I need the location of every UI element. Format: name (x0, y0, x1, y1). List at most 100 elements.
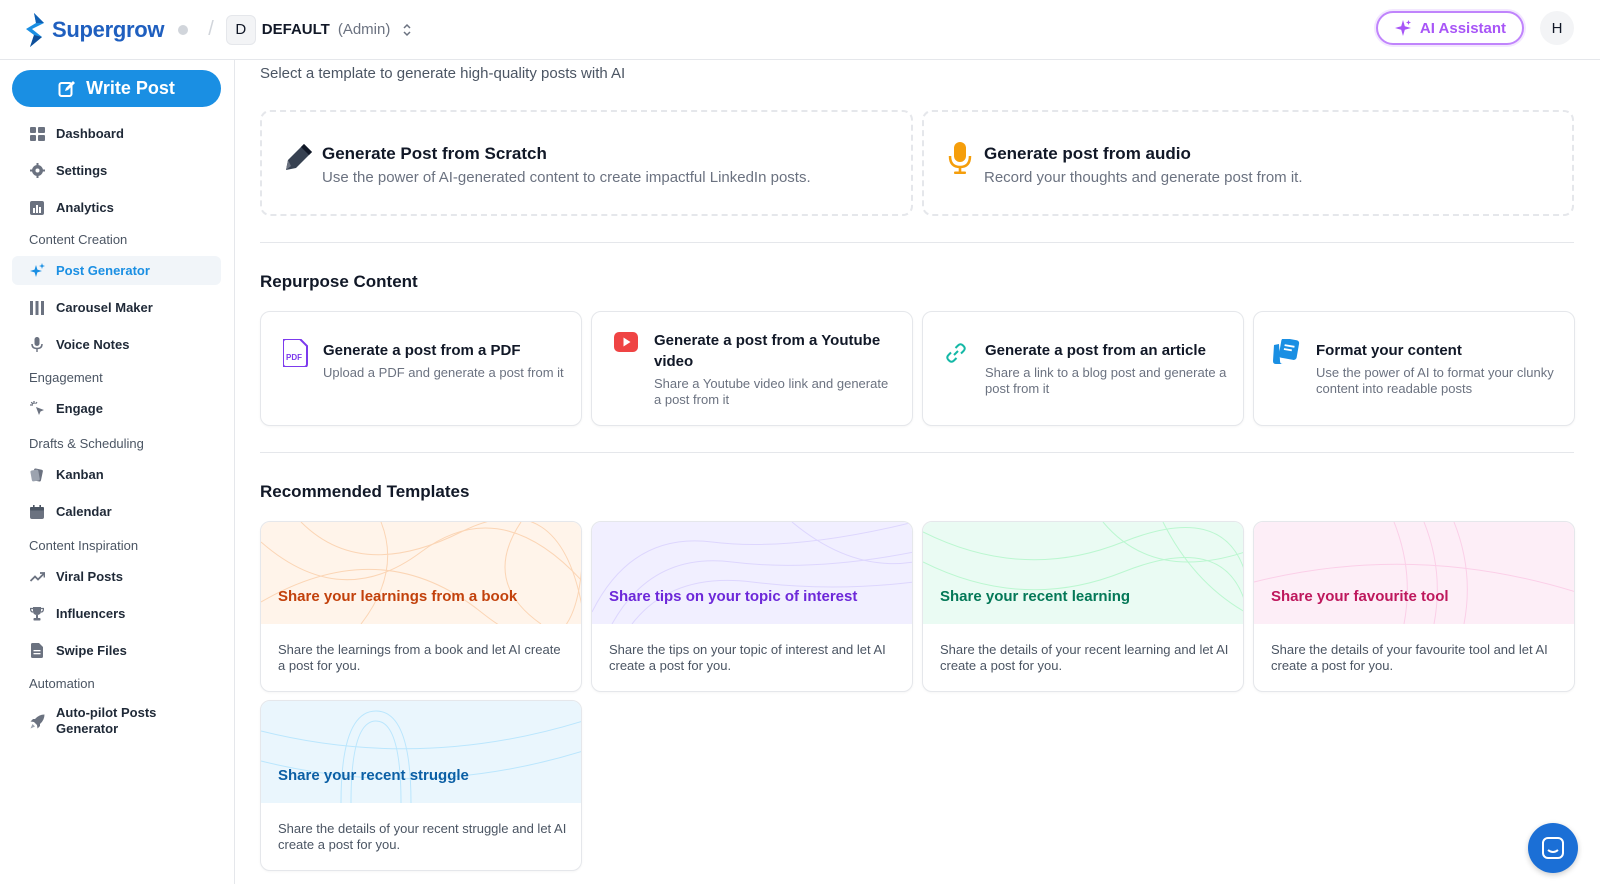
columns-icon (29, 300, 45, 316)
chevron-up-down-icon[interactable] (400, 20, 414, 40)
sidebar-item-label: Dashboard (56, 126, 124, 141)
sidebar-item-engage[interactable]: Engage (12, 394, 221, 423)
sidebar-item-carousel-maker[interactable]: Carousel Maker (12, 293, 221, 322)
microphone-icon (948, 142, 972, 179)
card-title: Generate a post from a PDF (323, 342, 521, 359)
template-desc: Share the details of your favourite tool… (1271, 642, 1548, 673)
template-desc: Share the tips on your topic of interest… (609, 642, 886, 673)
template-card-book[interactable]: Share your learnings from a book Share t… (260, 521, 582, 692)
edit-icon (58, 80, 76, 97)
template-card-struggle[interactable]: Share your recent struggle Share the det… (260, 700, 582, 871)
template-desc: Share the details of your recent struggl… (278, 821, 567, 852)
template-card-header: Share your recent struggle (261, 701, 581, 803)
template-card-header: Share your favourite tool (1254, 522, 1574, 624)
sidebar-item-label: Post Generator (56, 263, 150, 278)
cards-icon (29, 467, 45, 483)
repurpose-card-article[interactable]: Generate a post from an article Share a … (922, 311, 1244, 426)
chat-support-button[interactable] (1528, 823, 1578, 873)
section-content-inspiration: Content Inspiration (29, 538, 139, 553)
section-content-creation: Content Creation (29, 232, 128, 247)
microphone-icon (29, 337, 45, 353)
divider (260, 242, 1574, 243)
decorative-pattern (923, 522, 1243, 612)
file-icon (29, 643, 45, 659)
sidebar-item-label: Auto-pilot Posts Generator (56, 705, 157, 736)
top-bar: Supergrow / D DEFAULT (Admin) AI Assista… (0, 0, 1600, 60)
sidebar-item-label: Kanban (56, 467, 104, 482)
template-card-tool[interactable]: Share your favourite tool Share the deta… (1253, 521, 1575, 692)
template-card-tips[interactable]: Share tips on your topic of interest Sha… (591, 521, 913, 692)
generate-from-scratch-card[interactable]: Generate Post from Scratch Use the power… (260, 110, 913, 216)
sidebar-item-swipe-files[interactable]: Swipe Files (12, 636, 221, 665)
sidebar-item-label: Calendar (56, 504, 112, 519)
card-desc: Use the power of AI to format your clunk… (1316, 365, 1554, 396)
sidebar-item-dashboard[interactable]: Dashboard (12, 119, 221, 148)
svg-text:PDF: PDF (286, 353, 302, 362)
gear-icon (29, 163, 45, 179)
pdf-icon: PDF (282, 338, 309, 372)
template-card-learning[interactable]: Share your recent learning Share the det… (922, 521, 1244, 692)
card-desc: Record your thoughts and generate post f… (984, 169, 1303, 186)
sidebar-item-calendar[interactable]: Calendar (12, 497, 221, 526)
sidebar-item-autopilot[interactable]: Auto-pilot Posts Generator (12, 700, 221, 742)
youtube-icon (614, 332, 638, 357)
sidebar-item-label: Carousel Maker (56, 300, 153, 315)
bar-chart-icon (29, 200, 45, 216)
sidebar-item-settings[interactable]: Settings (12, 156, 221, 185)
cursor-click-icon (29, 401, 45, 417)
chat-icon (1542, 837, 1564, 859)
breadcrumb-separator: / (208, 18, 214, 40)
workspace-role: (Admin) (337, 21, 391, 38)
sidebar-item-analytics[interactable]: Analytics (12, 193, 221, 222)
section-engagement: Engagement (29, 370, 103, 385)
supergrow-logo-icon (26, 12, 44, 47)
card-desc: Use the power of AI-generated content to… (322, 169, 811, 186)
template-desc: Share the learnings from a book and let … (278, 642, 561, 673)
card-title: Format your content (1316, 342, 1462, 359)
status-dot (178, 24, 189, 35)
dashboard-icon (29, 126, 45, 142)
trophy-icon (29, 606, 45, 622)
card-title: Generate a post from an article (985, 342, 1206, 359)
template-title: Share your recent struggle (278, 767, 469, 784)
sidebar-item-kanban[interactable]: Kanban (12, 460, 221, 489)
decorative-pattern (261, 710, 581, 803)
section-automation: Automation (29, 676, 95, 691)
sparkles-icon (29, 263, 45, 279)
card-desc: Share a Youtube video link and generate … (654, 376, 889, 407)
sidebar-item-post-generator[interactable]: Post Generator (12, 256, 221, 285)
sidebar-item-label: Swipe Files (56, 643, 127, 658)
repurpose-section-title: Repurpose Content (260, 272, 418, 291)
user-avatar[interactable]: H (1540, 11, 1574, 45)
sidebar: Write Post Dashboard Settings Analytics … (0, 60, 235, 884)
sidebar-item-voice-notes[interactable]: Voice Notes (12, 330, 221, 359)
generate-from-audio-card[interactable]: Generate post from audio Record your tho… (922, 110, 1574, 216)
repurpose-card-format[interactable]: Format your content Use the power of AI … (1253, 311, 1575, 426)
decorative-pattern (1254, 522, 1574, 624)
page-subtitle: Select a template to generate high-quali… (260, 65, 626, 82)
card-title: Generate a post from a Youtube video (654, 332, 881, 370)
brand-name: Supergrow (52, 16, 165, 42)
divider (260, 452, 1574, 453)
sidebar-item-label: Influencers (56, 606, 126, 621)
template-title: Share tips on your topic of interest (609, 588, 858, 605)
sidebar-item-label: Viral Posts (56, 569, 123, 584)
section-drafts-scheduling: Drafts & Scheduling (29, 436, 144, 451)
repurpose-card-youtube[interactable]: Generate a post from a Youtube video Sha… (591, 311, 913, 426)
template-desc: Share the details of your recent learnin… (940, 642, 1229, 673)
sidebar-item-label: Settings (56, 163, 108, 178)
write-post-button[interactable]: Write Post (12, 70, 221, 107)
ai-assistant-button[interactable]: AI Assistant (1376, 11, 1524, 45)
sparkles-icon (1394, 20, 1411, 36)
trending-up-icon (29, 569, 45, 585)
sidebar-item-influencers[interactable]: Influencers (12, 599, 221, 628)
template-card-header: Share your recent learning (923, 522, 1243, 624)
brand-logo[interactable]: Supergrow (24, 12, 165, 47)
calendar-icon (29, 504, 45, 520)
link-icon (945, 342, 967, 369)
repurpose-card-pdf[interactable]: PDF Generate a post from a PDF Upload a … (260, 311, 582, 426)
recommended-section-title: Recommended Templates (260, 482, 470, 501)
sidebar-item-viral-posts[interactable]: Viral Posts (12, 562, 221, 591)
workspace-avatar[interactable]: D (225, 14, 256, 45)
workspace-name[interactable]: DEFAULT (262, 21, 330, 38)
